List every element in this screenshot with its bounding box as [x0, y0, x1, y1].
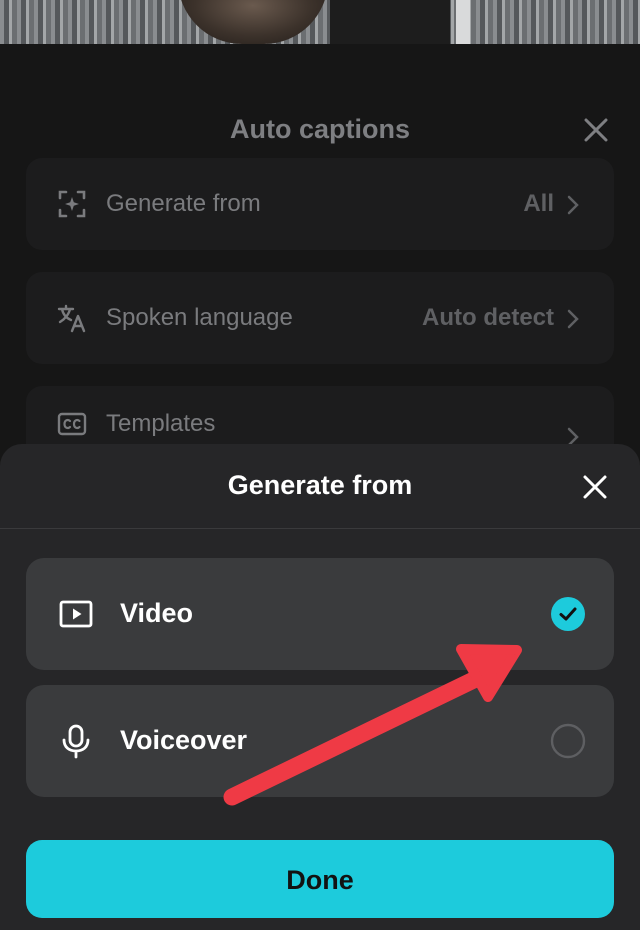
chevron-right-icon [567, 195, 579, 215]
close-icon[interactable] [580, 114, 612, 146]
sparkle-frame-icon [58, 190, 86, 218]
templates-label: Templates [106, 410, 216, 437]
option-video[interactable]: Video [26, 558, 614, 670]
generate-from-label: Generate from [106, 190, 261, 217]
auto-captions-sheet: Auto captions Generate from All Spoken l… [0, 44, 640, 486]
video-frame-shadow [330, 0, 450, 44]
close-icon[interactable] [578, 470, 612, 504]
spoken-language-label: Spoken language [106, 304, 293, 331]
microphone-icon [62, 724, 90, 759]
chevron-right-icon [567, 309, 579, 329]
sheet-header: Generate from [0, 444, 640, 529]
done-button[interactable]: Done [26, 840, 614, 918]
screen: Auto captions Generate from All Spoken l… [0, 0, 640, 930]
generate-from-sheet: Generate from Video Voiceover Done [0, 444, 640, 930]
checkmark-selected-icon[interactable] [550, 596, 586, 632]
video-play-icon [59, 600, 93, 628]
option-voiceover[interactable]: Voiceover [26, 685, 614, 797]
generate-from-value: All [523, 190, 554, 217]
translate-icon [57, 304, 86, 333]
auto-captions-title: Auto captions [230, 114, 410, 144]
video-frame-person [178, 0, 328, 44]
option-voiceover-label: Voiceover [120, 725, 248, 755]
video-preview [0, 0, 640, 44]
radio-unselected-icon[interactable] [550, 723, 586, 759]
spoken-language-row[interactable]: Spoken language Auto detect [26, 272, 614, 364]
generate-from-row[interactable]: Generate from All [26, 158, 614, 250]
sheet-title: Generate from [227, 470, 413, 500]
video-frame-light [456, 0, 470, 44]
closed-captions-icon [57, 412, 87, 436]
option-video-label: Video [120, 598, 194, 628]
spoken-language-value: Auto detect [422, 304, 554, 331]
